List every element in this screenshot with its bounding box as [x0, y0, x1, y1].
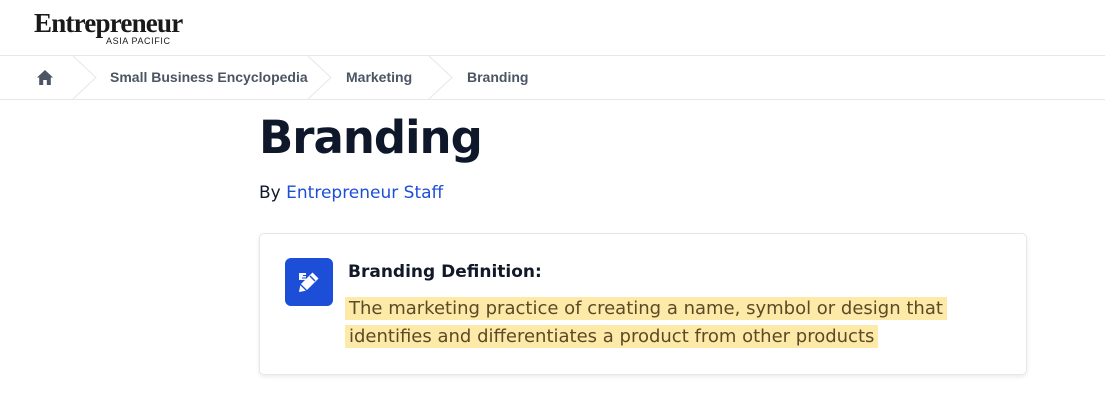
breadcrumb-branding[interactable]: Branding	[467, 56, 528, 99]
definition-heading: Branding Definition:	[348, 262, 542, 282]
breadcrumb-separator	[72, 56, 97, 99]
breadcrumb-small-business-encyclopedia[interactable]: Small Business Encyclopedia	[110, 56, 308, 99]
page-title: Branding	[259, 111, 483, 164]
site-logo[interactable]: Entrepreneur ASIA PACIFIC	[34, 8, 183, 46]
breadcrumb-marketing[interactable]: Marketing	[346, 56, 412, 99]
author-link[interactable]: Entrepreneur Staff	[286, 183, 443, 203]
breadcrumb-separator	[428, 56, 453, 99]
home-icon[interactable]	[36, 69, 54, 86]
breadcrumb-separator	[307, 56, 332, 99]
definition-highlight: The marketing practice of creating a nam…	[345, 297, 947, 348]
definition-icon-badge	[285, 258, 333, 306]
byline-prefix: By	[259, 183, 281, 203]
pencil-ruler-icon	[299, 272, 319, 292]
logo-wordmark: Entrepreneur	[34, 8, 183, 38]
definition-card: Branding Definition: The marketing pract…	[259, 233, 1027, 375]
breadcrumb: Small Business Encyclopedia Marketing Br…	[0, 56, 1105, 100]
site-header: Entrepreneur ASIA PACIFIC	[0, 0, 1105, 56]
logo-region: ASIA PACIFIC	[106, 36, 171, 46]
byline: By Entrepreneur Staff	[259, 183, 443, 203]
definition-text: The marketing practice of creating a nam…	[345, 295, 947, 351]
